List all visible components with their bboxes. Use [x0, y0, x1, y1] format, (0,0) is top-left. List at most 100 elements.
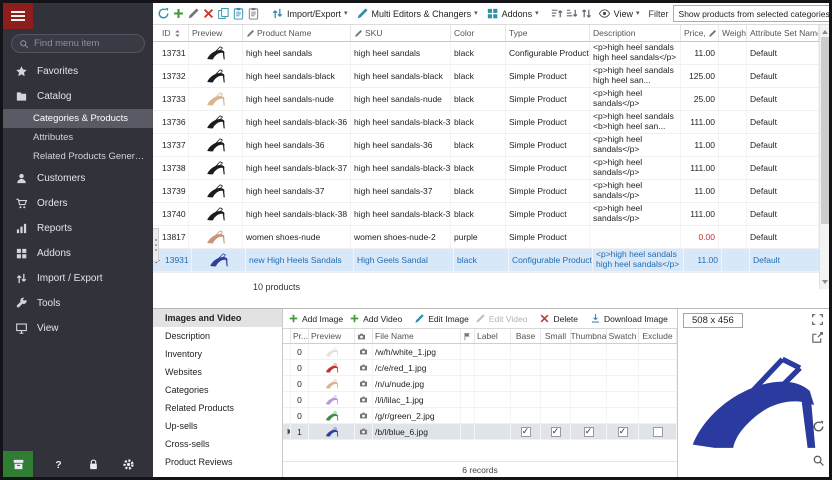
scrollbar-thumb[interactable] [821, 37, 829, 224]
addons-menu[interactable]: Addons▾ [483, 5, 542, 23]
multi-editors-changers-menu[interactable]: Multi Editors & Changers▾ [353, 5, 481, 23]
column-header-weight[interactable]: Weight [719, 25, 747, 41]
checkbox-unchecked[interactable] [653, 427, 663, 437]
lock-button[interactable] [83, 451, 103, 477]
product-row-13732[interactable]: 13732high heel sandals-blackhigh heel sa… [153, 65, 819, 88]
tab-inventory[interactable]: Inventory [153, 345, 282, 363]
add-product-button[interactable] [172, 5, 185, 23]
column-header-color[interactable]: Color [451, 25, 506, 41]
column-header-pr[interactable]: Pr... [291, 329, 309, 343]
sidebar-item-related-products-generator[interactable]: Related Products Generator [3, 147, 153, 166]
column-header-swatch[interactable]: Swatch [607, 329, 639, 343]
view-menu[interactable]: View▾ [595, 5, 643, 23]
sidebar-item-addons[interactable]: Addons [3, 241, 153, 266]
vertical-scrollbar[interactable] [819, 25, 829, 289]
tab-cross-sells[interactable]: Cross-sells [153, 435, 282, 453]
sidebar-item-reports[interactable]: Reports [3, 216, 153, 241]
add-image-button[interactable]: Add Image [286, 313, 345, 324]
product-row-13817[interactable]: 13817women shoes-nudewomen shoes-nude-2p… [153, 226, 819, 249]
sort-descending-button[interactable] [565, 5, 578, 23]
import-export-menu[interactable]: Import/Export▾ [268, 5, 351, 23]
rotate-icon[interactable] [812, 420, 825, 433]
sidebar-item-import-export[interactable]: Import / Export [3, 266, 153, 291]
fullscreen-icon[interactable] [811, 313, 824, 326]
product-row-13736[interactable]: 13736high heel sandals-black-36high heel… [153, 111, 819, 134]
product-row-13931[interactable]: 13931new High Heels SandalsHigh Geels Sa… [153, 249, 819, 272]
checkbox-checked[interactable]: ✓ [551, 427, 561, 437]
edit-product-button[interactable] [187, 5, 200, 23]
image-row-n-u-nude-jpg[interactable]: 0/n/u/nude.jpg [283, 376, 677, 392]
tab-product-reviews[interactable]: Product Reviews [153, 453, 282, 471]
column-header-label[interactable]: Label [475, 329, 511, 343]
sidebar-item-attributes[interactable]: Attributes [3, 128, 153, 147]
column-header-type[interactable]: Type [506, 25, 590, 41]
cell-price: 11.00 [684, 249, 722, 271]
paste-button[interactable] [232, 5, 245, 23]
sidebar-search[interactable] [11, 34, 145, 53]
image-row-g-r-green-2-jpg[interactable]: 0/g/r/green_2.jpg [283, 408, 677, 424]
checkbox-checked[interactable]: ✓ [584, 427, 594, 437]
product-row-13740[interactable]: 13740high heel sandals-black-38high heel… [153, 203, 819, 226]
column-header-id[interactable]: ID [159, 25, 189, 41]
image-row-w-h-white-1-jpg[interactable]: 0/w/h/white_1.jpg [283, 344, 677, 360]
column-header-base[interactable]: Base [511, 329, 541, 343]
cell-preview [189, 111, 243, 133]
edit-image-button[interactable]: Edit Image [412, 313, 471, 324]
sidebar-item-tools[interactable]: Tools [3, 291, 153, 316]
product-row-13731[interactable]: 13731high heel sandalshigh heel sandalsb… [153, 42, 819, 65]
image-row-b-l-blue-6-jpg[interactable]: 1/b/l/blue_6.jpg✓✓✓✓ [283, 424, 677, 440]
column-header-preview[interactable]: Preview [309, 329, 355, 343]
image-row-c-e-red-1-jpg[interactable]: 0/c/e/red_1.jpg [283, 360, 677, 376]
copy-button[interactable] [217, 5, 230, 23]
sidebar-item-catalog[interactable]: Catalog [3, 84, 153, 109]
tab-related-products[interactable]: Related Products [153, 399, 282, 417]
column-header-product-name[interactable]: Product Name [243, 25, 351, 41]
tab-images-and-video[interactable]: Images and Video [153, 309, 282, 327]
column-header-price[interactable]: Price, [681, 25, 719, 41]
column-header-sku[interactable]: SKU [351, 25, 451, 41]
sidebar-item-favorites[interactable]: Favorites [3, 59, 153, 84]
column-header-description[interactable]: Description [590, 25, 681, 41]
column-header-attribute-set-name[interactable]: Attribute Set Name [747, 25, 819, 41]
column-header-thumbna[interactable]: Thumbna [571, 329, 607, 343]
search-input[interactable] [34, 38, 137, 49]
product-row-13737[interactable]: 13737high heel sandals-36high heel sanda… [153, 134, 819, 157]
zoom-icon[interactable] [812, 454, 825, 467]
sort-clear-button[interactable] [580, 5, 593, 23]
category-filter-select[interactable]: Show products from selected categories▾ [673, 5, 832, 22]
tab-description[interactable]: Description [153, 327, 282, 345]
store-button[interactable] [3, 451, 33, 477]
delete-product-button[interactable] [202, 5, 215, 23]
image-row-l-i-lilac-1-jpg[interactable]: 0/l/i/lilac_1.jpg [283, 392, 677, 408]
checkbox-checked[interactable]: ✓ [618, 427, 628, 437]
product-row-13738[interactable]: 13738high heel sandals-black-37high heel… [153, 157, 819, 180]
sort-ascending-button[interactable] [550, 5, 563, 23]
column-header-exclude[interactable]: Exclude [639, 329, 677, 343]
clipboard-button[interactable] [247, 5, 260, 23]
tab-websites[interactable]: Websites [153, 363, 282, 381]
tab-categories[interactable]: Categories [153, 381, 282, 399]
product-row-13733[interactable]: 13733high heel sandals-nudehigh heel san… [153, 88, 819, 111]
sidebar-item-categories-products[interactable]: Categories & Products [3, 109, 153, 128]
panel-splitter[interactable] [153, 228, 159, 262]
column-header-flag[interactable] [461, 329, 475, 343]
download-image-button[interactable]: Download Image [588, 313, 670, 324]
sidebar-item-customers[interactable]: Customers [3, 166, 153, 191]
delete-button[interactable]: Delete [537, 313, 580, 324]
scroll-down-icon[interactable] [822, 280, 828, 287]
column-header-camera[interactable] [355, 329, 373, 343]
column-header-file-name[interactable]: File Name [373, 329, 461, 343]
product-row-13739[interactable]: 13739high heel sandals-37high heel sanda… [153, 180, 819, 203]
add-video-button[interactable]: Add Video [347, 313, 404, 324]
hamburger-menu-button[interactable] [3, 3, 33, 29]
column-header-preview[interactable]: Preview [189, 25, 243, 41]
help-button[interactable]: ? [48, 451, 68, 477]
settings-button[interactable] [118, 451, 138, 477]
scroll-up-icon[interactable] [822, 27, 828, 34]
tab-up-sells[interactable]: Up-sells [153, 417, 282, 435]
sidebar-item-orders[interactable]: Orders [3, 191, 153, 216]
checkbox-checked[interactable]: ✓ [521, 427, 531, 437]
column-header-small[interactable]: Small [541, 329, 571, 343]
refresh-button[interactable] [157, 5, 170, 23]
sidebar-item-view[interactable]: View [3, 316, 153, 341]
